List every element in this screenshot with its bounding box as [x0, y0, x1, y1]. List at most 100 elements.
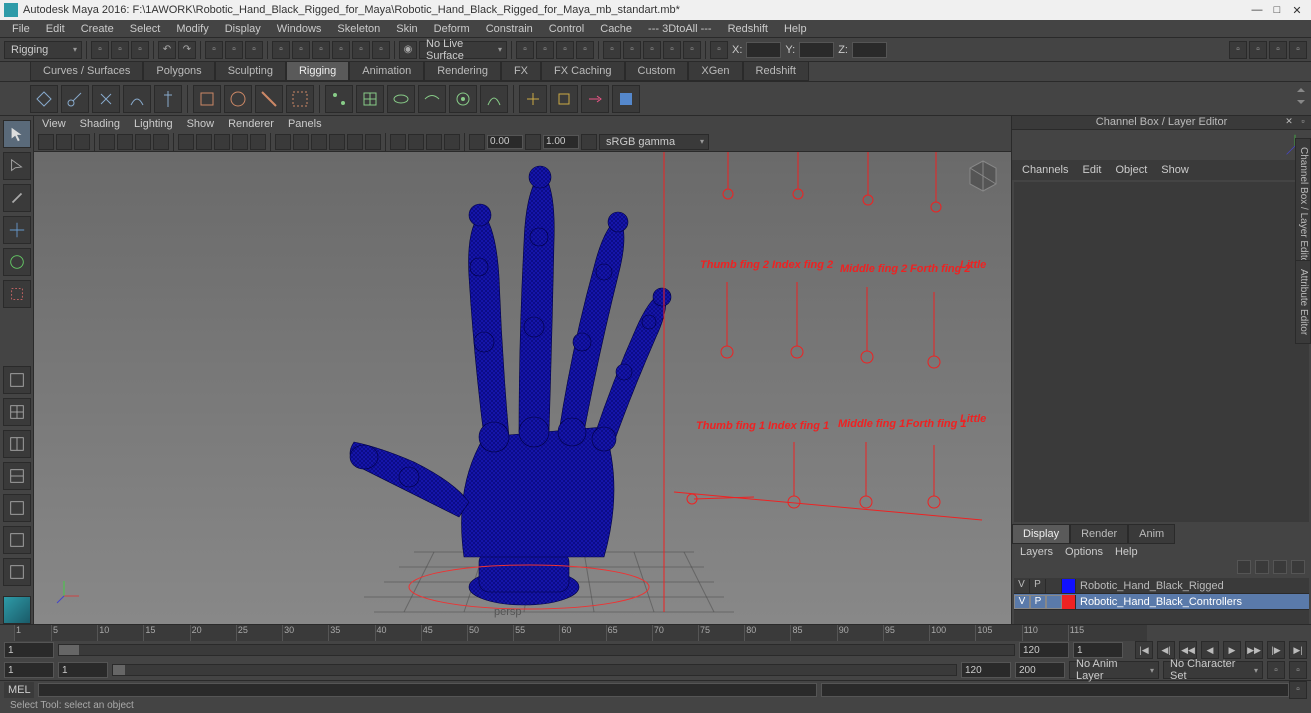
move-tool-icon[interactable]	[3, 216, 31, 244]
snap-grid-icon[interactable]: ▫	[272, 41, 290, 59]
mirror-joint-icon[interactable]	[92, 85, 120, 113]
panel-menu-lighting[interactable]: Lighting	[134, 118, 173, 130]
isolate-select-icon[interactable]	[275, 134, 291, 150]
exposure-icon[interactable]	[469, 134, 485, 150]
light-selected-icon[interactable]	[426, 134, 442, 150]
resolution-gate-icon[interactable]	[135, 134, 151, 150]
snap-point-icon[interactable]: ▫	[312, 41, 330, 59]
menu-control[interactable]: Control	[541, 21, 592, 37]
layer-menu-layers[interactable]: Layers	[1020, 546, 1053, 558]
undo-icon[interactable]: ↶	[158, 41, 176, 59]
shelf-tab-curves[interactable]: Curves / Surfaces	[30, 61, 143, 81]
two-pane-side-icon[interactable]	[3, 430, 31, 458]
graph-editor-icon[interactable]	[3, 558, 31, 586]
viewport-3d[interactable]: persp	[34, 152, 1011, 624]
menu-redshift[interactable]: Redshift	[720, 21, 776, 37]
maximize-button[interactable]: □	[1267, 0, 1287, 20]
redo-icon[interactable]: ↷	[178, 41, 196, 59]
shelf-tab-polygons[interactable]: Polygons	[143, 61, 214, 81]
exposure-field[interactable]	[487, 135, 523, 149]
range-end-field[interactable]	[961, 662, 1011, 678]
graph-icon[interactable]: ▫	[576, 41, 594, 59]
range-start-field[interactable]	[58, 662, 108, 678]
sidebar-toggle-2-icon[interactable]: ▫	[1249, 41, 1267, 59]
layer-tab-display[interactable]: Display	[1012, 524, 1070, 544]
constraint-point-icon[interactable]	[519, 85, 547, 113]
set-driven-key-icon[interactable]	[612, 85, 640, 113]
camera-select-icon[interactable]	[38, 134, 54, 150]
menu-select[interactable]: Select	[122, 21, 169, 37]
bookmark-icon[interactable]	[56, 134, 72, 150]
layer-row[interactable]: V P Robotic_Hand_Black_Rigged	[1014, 578, 1309, 594]
snap-plane-icon[interactable]: ▫	[332, 41, 350, 59]
menu-edit[interactable]: Edit	[38, 21, 73, 37]
orient-joint-icon[interactable]	[123, 85, 151, 113]
light-flat-icon[interactable]	[444, 134, 460, 150]
smooth-bind-icon[interactable]	[193, 85, 221, 113]
x-field[interactable]	[746, 42, 781, 58]
blend-shape-icon[interactable]	[387, 85, 415, 113]
constraint-parent-icon[interactable]	[550, 85, 578, 113]
channel-menu-show[interactable]: Show	[1161, 164, 1189, 176]
time-slider[interactable]: 1510152025303540455055606570758085909510…	[0, 624, 1311, 640]
select-object-icon[interactable]: ▫	[225, 41, 243, 59]
play-back-icon[interactable]: ◀	[1201, 641, 1219, 659]
outliner-toggle-icon[interactable]	[3, 526, 31, 554]
menu-skin[interactable]: Skin	[388, 21, 425, 37]
shelf-tab-custom[interactable]: Custom	[625, 61, 689, 81]
sidebar-toggle-1-icon[interactable]: ▫	[1229, 41, 1247, 59]
panel-menu-panels[interactable]: Panels	[288, 118, 322, 130]
constraint-aim-icon[interactable]	[581, 85, 609, 113]
menu-skeleton[interactable]: Skeleton	[329, 21, 388, 37]
menu-help[interactable]: Help	[776, 21, 815, 37]
panel-menu-show[interactable]: Show	[187, 118, 215, 130]
motion-blur-icon[interactable]	[347, 134, 363, 150]
time-slider-ruler[interactable]: 1510152025303540455055606570758085909510…	[14, 625, 1147, 641]
step-forward-icon[interactable]: ▶▶	[1245, 641, 1263, 659]
rigid-bind-icon[interactable]	[224, 85, 252, 113]
ipr-render-icon[interactable]: ▫	[623, 41, 641, 59]
image-plane-icon[interactable]	[74, 134, 90, 150]
range-slider[interactable]	[58, 644, 1015, 656]
film-gate-icon[interactable]	[117, 134, 133, 150]
shadows-icon[interactable]	[250, 134, 266, 150]
side-tab-channelbox[interactable]: Channel Box / Layer Editor	[1295, 138, 1311, 276]
menu-display[interactable]: Display	[217, 21, 269, 37]
ik-handle-icon[interactable]	[154, 85, 182, 113]
panel-menu-shading[interactable]: Shading	[80, 118, 120, 130]
step-back-key-icon[interactable]: ◀|	[1157, 641, 1175, 659]
go-to-end-icon[interactable]: ▶|	[1289, 641, 1307, 659]
script-editor-icon[interactable]: ▫	[1289, 681, 1307, 699]
z-field[interactable]	[852, 42, 887, 58]
range-min-field[interactable]	[4, 662, 54, 678]
insert-joint-icon[interactable]	[61, 85, 89, 113]
shaded-icon[interactable]	[196, 134, 212, 150]
joint-tool-icon[interactable]	[30, 85, 58, 113]
side-tab-attribute-editor[interactable]: Attribute Editor	[1295, 260, 1311, 344]
close-button[interactable]: ✕	[1287, 0, 1307, 20]
step-back-icon[interactable]: ◀◀	[1179, 641, 1197, 659]
layer-tab-anim[interactable]: Anim	[1128, 524, 1175, 544]
layer-move-up-icon[interactable]	[1237, 560, 1251, 574]
menu-deform[interactable]: Deform	[426, 21, 478, 37]
channel-menu-object[interactable]: Object	[1115, 164, 1147, 176]
shelf-tab-rigging[interactable]: Rigging	[286, 61, 349, 81]
panel-close-icon[interactable]: ✕	[1283, 116, 1295, 128]
render-settings-icon[interactable]: ▫	[643, 41, 661, 59]
range-max-field[interactable]	[1015, 662, 1065, 678]
minimize-button[interactable]: —	[1247, 0, 1267, 20]
shelf-scroll-down-icon[interactable]	[1297, 100, 1305, 108]
render-sequence-icon[interactable]: ▫	[683, 41, 701, 59]
hypershade-icon[interactable]: ▫	[663, 41, 681, 59]
select-component-icon[interactable]: ▫	[245, 41, 263, 59]
three-pane-icon[interactable]	[3, 494, 31, 522]
prefs-icon[interactable]: ▫	[1289, 661, 1307, 679]
auto-key-icon[interactable]: ▫	[1267, 661, 1285, 679]
shelf-tab-animation[interactable]: Animation	[349, 61, 424, 81]
weight-hammer-icon[interactable]	[286, 85, 314, 113]
paint-select-tool-icon[interactable]	[3, 184, 31, 212]
snap-surface-icon[interactable]: ▫	[352, 41, 370, 59]
shelf-tab-redshift[interactable]: Redshift	[743, 61, 809, 81]
aa-icon[interactable]	[365, 134, 381, 150]
select-mode-icon[interactable]: ▫	[205, 41, 223, 59]
